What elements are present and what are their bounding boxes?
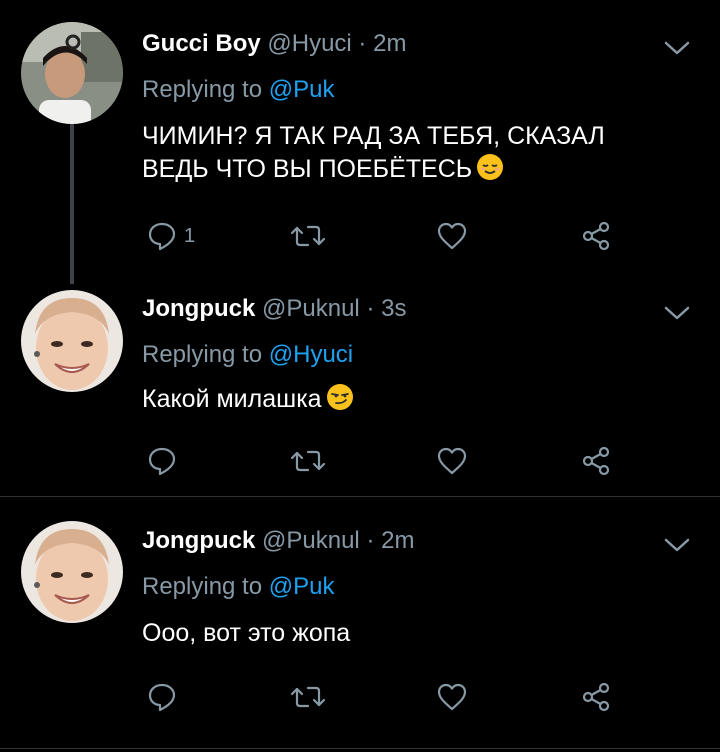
tweet-header: Gucci Boy @Hyuci · 2m xyxy=(142,30,406,58)
like-button[interactable] xyxy=(436,679,468,715)
retweet-icon xyxy=(290,225,326,247)
tweet-text-line: ВЕДЬ ЧТО ВЫ ПОЕБЁТЕСЬ xyxy=(142,155,473,183)
tweet-actions xyxy=(142,679,622,719)
separator-dot: · xyxy=(366,527,375,554)
share-icon xyxy=(582,682,610,712)
avatar[interactable] xyxy=(21,290,123,392)
tweet-text-line: Ооо, вот это жопа xyxy=(142,619,351,647)
tweet-text: Какой милашка xyxy=(142,383,662,420)
retweet-icon xyxy=(290,686,326,708)
user-handle[interactable]: @Puknul xyxy=(262,295,360,322)
share-icon xyxy=(582,446,610,476)
replying-to-label: Replying to xyxy=(142,573,263,600)
relieved-face-emoji-icon xyxy=(476,153,504,190)
retweet-button[interactable] xyxy=(290,218,326,254)
chevron-down-icon[interactable] xyxy=(663,38,691,58)
heart-icon xyxy=(437,222,467,250)
reply-button[interactable] xyxy=(146,443,184,479)
retweet-button[interactable] xyxy=(290,679,326,715)
chevron-down-icon[interactable] xyxy=(663,535,691,555)
like-button[interactable] xyxy=(436,443,468,479)
reply-mention-link[interactable]: @Puk xyxy=(269,76,335,103)
replying-to-line: Replying to @Hyuci xyxy=(142,341,353,369)
retweet-button[interactable] xyxy=(290,443,326,479)
display-name[interactable]: Jongpuck xyxy=(142,527,255,554)
reply-button[interactable] xyxy=(146,679,184,715)
heart-icon xyxy=(437,683,467,711)
tweet-header: Jongpuck @Puknul · 3s xyxy=(142,295,406,323)
share-icon xyxy=(582,221,610,251)
tweet-divider xyxy=(0,748,720,749)
tweet-header: Jongpuck @Puknul · 2m xyxy=(142,527,414,555)
replying-to-label: Replying to xyxy=(142,76,263,103)
user-handle[interactable]: @Puknul xyxy=(262,527,360,554)
avatar[interactable] xyxy=(21,22,123,124)
replying-to-line: Replying to @Puk xyxy=(142,573,334,601)
share-button[interactable] xyxy=(580,679,612,715)
display-name[interactable]: Jongpuck xyxy=(142,295,255,322)
separator-dot: · xyxy=(366,295,375,322)
replying-to-line: Replying to @Puk xyxy=(142,76,334,104)
heart-icon xyxy=(437,447,467,475)
reply-button[interactable]: 1 xyxy=(146,218,195,254)
timestamp[interactable]: 3s xyxy=(381,295,406,322)
tweet-text: Ооо, вот это жопа xyxy=(142,617,662,650)
tweet-actions xyxy=(142,443,622,483)
tweet-text-line: Какой милашка xyxy=(142,385,322,413)
share-button[interactable] xyxy=(580,218,612,254)
avatar[interactable] xyxy=(21,521,123,623)
display-name[interactable]: Gucci Boy xyxy=(142,30,261,57)
tweet-text: ЧИМИН? Я ТАК РАД ЗА ТЕБЯ, СКАЗАЛ ВЕДЬ ЧТ… xyxy=(142,120,662,190)
reply-mention-link[interactable]: @Puk xyxy=(269,573,335,600)
chevron-down-icon[interactable] xyxy=(663,303,691,323)
reply-count: 1 xyxy=(184,224,196,247)
retweet-icon xyxy=(290,450,326,472)
reply-mention-link[interactable]: @Hyuci xyxy=(269,341,353,368)
reply-icon xyxy=(148,447,176,476)
share-button[interactable] xyxy=(580,443,612,479)
replying-to-label: Replying to xyxy=(142,341,263,368)
tweet-text-line: ЧИМИН? Я ТАК РАД ЗА ТЕБЯ, СКАЗАЛ xyxy=(142,122,605,150)
tweet-actions: 1 xyxy=(142,218,622,258)
reply-icon xyxy=(148,222,176,251)
tweet[interactable]: Jongpuck @Puknul · 2m Replying to @Puk О… xyxy=(0,497,720,752)
timestamp[interactable]: 2m xyxy=(381,527,414,554)
separator-dot: · xyxy=(358,30,367,57)
like-button[interactable] xyxy=(436,218,468,254)
tweet[interactable]: Gucci Boy @Hyuci · 2m Replying to @Puk Ч… xyxy=(0,0,720,287)
user-handle[interactable]: @Hyuci xyxy=(267,30,351,57)
timestamp[interactable]: 2m xyxy=(373,30,406,57)
reply-icon xyxy=(148,683,176,712)
tweet[interactable]: Jongpuck @Puknul · 3s Replying to @Hyuci… xyxy=(0,287,720,497)
thread-connector-line xyxy=(70,124,74,284)
smirking-face-emoji-icon xyxy=(326,383,354,420)
